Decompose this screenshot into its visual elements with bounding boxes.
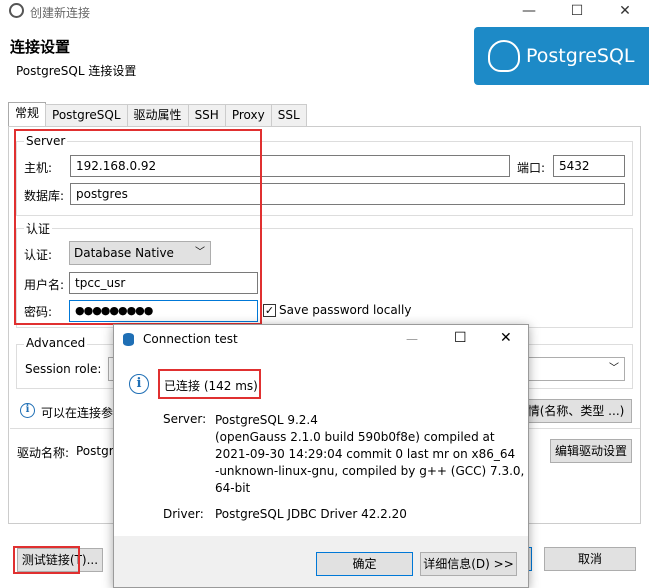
tab-ssh[interactable]: SSH [187,104,226,126]
driver-label: Driver: [163,507,204,521]
minimize-icon: — [522,3,536,19]
tab-bar: 常规 PostgreSQL 驱动属性 SSH Proxy SSL [8,102,307,126]
dialog-title: Connection test [143,332,238,346]
dialog-footer: 确定 详细信息(D) >> [114,536,528,587]
dialog-title-bar: Connection test — ☐ ✕ [114,325,528,353]
port-label: 端口: [517,161,546,175]
server-line: PostgreSQL 9.2.4 [215,413,318,427]
window-title: 创建新连接 [30,6,91,20]
server-label: Server: [163,412,207,426]
tab-driver-properties[interactable]: 驱动属性 [126,104,189,126]
port-input[interactable]: 5432 [553,155,625,177]
info-icon: i [20,403,35,418]
logo-text: PostgreSQL [526,45,635,67]
save-password-checkbox[interactable]: ✓ [263,304,276,317]
page-subtitle: PostgreSQL 连接设置 [16,64,137,78]
info-icon: i [129,374,149,394]
tab-general[interactable]: 常规 [8,102,47,126]
advanced-group-label: Advanced [24,336,88,350]
close-button[interactable]: ✕ [605,0,645,22]
cancel-button[interactable]: 取消 [544,547,636,571]
tab-ssl[interactable]: SSL [270,104,307,126]
highlight-box [14,129,262,325]
tab-postgresql[interactable]: PostgreSQL [45,104,128,126]
driver-name-value: Postgr [76,444,114,458]
maximize-button[interactable]: ☐ [557,0,597,22]
close-icon: ✕ [619,3,631,19]
postgresql-logo: PostgreSQL [474,27,649,85]
tab-proxy[interactable]: Proxy [224,104,272,126]
minimize-button[interactable]: — [509,0,549,22]
chevron-down-icon: ﹀ [609,363,619,374]
server-info: PostgreSQL 9.2.4 (openGauss 2.1.0 build … [215,412,524,497]
edit-driver-button[interactable]: 编辑驱动设置 [550,439,632,463]
elephant-icon [488,40,520,72]
database-icon [123,333,134,346]
connection-test-dialog: Connection test — ☐ ✕ i 已连接 (142 ms) Ser… [113,324,529,588]
page-title: 连接设置 [10,38,71,56]
title-bar: 创建新连接 — ☐ ✕ [0,0,649,22]
connection-status: 已连接 (142 ms) [164,379,258,393]
driver-name-label: 驱动名称: [17,446,70,460]
maximize-icon: ☐ [570,3,584,19]
dialog-minimize-icon[interactable]: — [406,332,418,346]
dialog-maximize-button[interactable]: ☐ [454,330,467,346]
driver-value: PostgreSQL JDBC Driver 42.2.20 [215,507,407,521]
highlight-box [13,546,80,574]
save-password-label: Save password locally [279,303,412,317]
session-role-label: Session role: [25,362,102,376]
info-text: 可以在连接参 [41,406,114,420]
server-line: (openGauss 2.1.0 build 590b0f8e) compile… [215,430,495,444]
details-button[interactable]: 详细信息(D) >> [420,552,517,576]
ok-button[interactable]: 确定 [316,552,413,576]
server-line: 2021-09-30 14:29:04 commit 0 last mr on … [215,447,516,461]
connection-details-button[interactable]: 情(名称、类型 ...) [520,399,632,423]
server-line: 64-bit [215,481,251,495]
app-icon [9,3,24,18]
server-line: -unknown-linux-gnu, compiled by g++ (GCC… [215,464,525,478]
dialog-close-button[interactable]: ✕ [500,330,512,346]
